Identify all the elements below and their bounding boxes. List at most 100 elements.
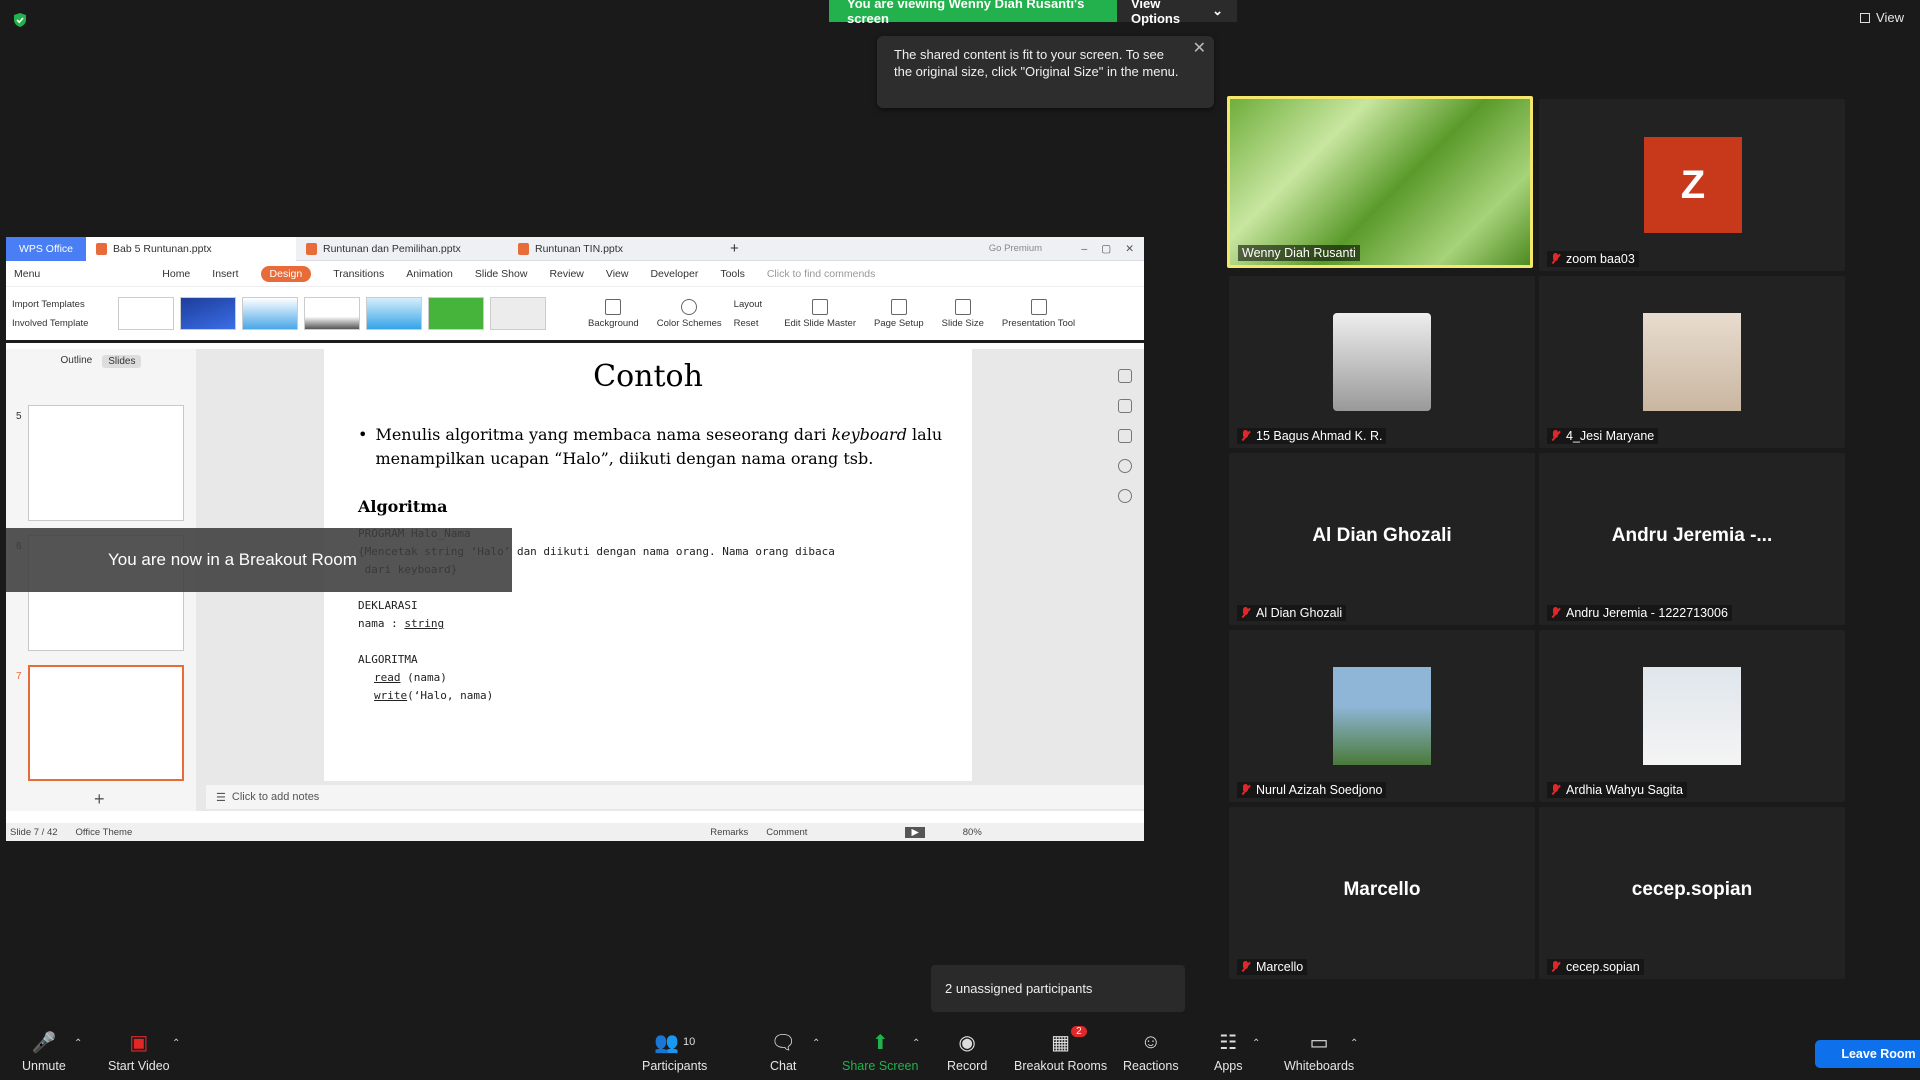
history-icon[interactable]: [1118, 459, 1132, 473]
comment-button[interactable]: Comment: [766, 827, 807, 838]
wps-office-tab[interactable]: WPS Office: [6, 237, 86, 261]
chevron-up-icon[interactable]: ⌃: [172, 1038, 180, 1049]
view-button[interactable]: View: [1860, 10, 1904, 25]
background-button[interactable]: Background: [582, 298, 645, 329]
participant-name: Nurul Azizah Soedjono: [1237, 782, 1387, 798]
color-schemes-button[interactable]: Color Schemes: [651, 298, 728, 329]
chevron-up-icon[interactable]: ⌃: [812, 1038, 820, 1049]
add-slide-button[interactable]: +: [94, 789, 105, 810]
chat-button[interactable]: 🗨 Chat: [770, 1030, 796, 1074]
outline-tab[interactable]: Outline: [61, 355, 93, 368]
participant-tile[interactable]: Ardhia Wahyu Sagita: [1539, 630, 1845, 802]
security-shield-icon[interactable]: [12, 12, 28, 28]
ribbon-tab-slide-show[interactable]: Slide Show: [475, 268, 528, 280]
ribbon-tab-tools[interactable]: Tools: [720, 268, 745, 280]
whiteboards-button[interactable]: ▭ Whiteboards: [1284, 1030, 1354, 1074]
notes-area[interactable]: ☰ Click to add notes: [206, 785, 1144, 809]
document-tab[interactable]: Runtunan dan Pemilihan.pptx: [296, 237, 508, 261]
theme-thumbnail[interactable]: [304, 297, 360, 330]
participant-name: Al Dian Ghozali: [1237, 605, 1347, 621]
chevron-up-icon[interactable]: ⌃: [1252, 1038, 1260, 1049]
import-templates-button[interactable]: Import Templates: [12, 299, 112, 310]
chevron-up-icon[interactable]: ⌃: [74, 1038, 82, 1049]
minimize-icon[interactable]: –: [1081, 243, 1087, 255]
go-premium-button[interactable]: Go Premium: [979, 237, 1052, 261]
ribbon-tab-home[interactable]: Home: [162, 268, 190, 280]
apps-button[interactable]: ☷ Apps: [1214, 1030, 1243, 1074]
slide-master-icon: [812, 298, 829, 315]
edit-slide-master-button[interactable]: Edit Slide Master: [778, 298, 862, 329]
slides-tab[interactable]: Slides: [102, 355, 142, 368]
close-icon[interactable]: ✕: [1193, 40, 1206, 57]
chevron-up-icon[interactable]: ⌃: [912, 1038, 920, 1049]
menu-button[interactable]: Menu: [14, 268, 40, 280]
remarks-button[interactable]: Remarks: [710, 827, 748, 838]
participants-button[interactable]: 👥 10 Participants: [642, 1030, 707, 1074]
maximize-icon[interactable]: ▢: [1101, 243, 1111, 255]
code-keyword: read: [374, 671, 401, 684]
reactions-button[interactable]: ☺ Reactions: [1123, 1030, 1179, 1074]
tool-icon[interactable]: [1118, 399, 1132, 413]
ribbon-tab-transitions[interactable]: Transitions: [333, 268, 384, 280]
find-commands-search[interactable]: Click to find commends: [767, 268, 876, 280]
start-video-button[interactable]: ▣ Start Video: [108, 1030, 170, 1074]
theme-thumbnail[interactable]: [366, 297, 422, 330]
chevron-up-icon[interactable]: ⌃: [1350, 1038, 1358, 1049]
participant-display-name: Andru Jeremia -...: [1611, 525, 1773, 546]
participant-tile[interactable]: 4_Jesi Maryane: [1539, 276, 1845, 448]
new-tab-button[interactable]: +: [720, 237, 749, 261]
theme-thumbnail[interactable]: [118, 297, 174, 330]
theme-thumbnail[interactable]: [490, 297, 546, 330]
participant-tile[interactable]: 15 Bagus Ahmad K. R.: [1229, 276, 1535, 448]
layout-button[interactable]: Layout: [734, 299, 763, 310]
slide-size-button[interactable]: Slide Size: [936, 298, 990, 329]
ribbon-tab-animation[interactable]: Animation: [406, 268, 453, 280]
tool-icon[interactable]: [1118, 429, 1132, 443]
slide-thumbnail-7[interactable]: [28, 665, 184, 781]
view-options-button[interactable]: View Options ⌄: [1117, 0, 1237, 26]
unassigned-participants-popup[interactable]: 2 unassigned participants: [931, 965, 1185, 1012]
breakout-rooms-button[interactable]: ▦ 2 Breakout Rooms: [1014, 1026, 1107, 1073]
window-controls[interactable]: – ▢ ✕: [1071, 237, 1144, 261]
record-button[interactable]: ◉ Record: [947, 1030, 987, 1074]
theme-thumbnail[interactable]: [180, 297, 236, 330]
ribbon-tab-insert[interactable]: Insert: [212, 268, 238, 280]
theme-thumbnail[interactable]: [242, 297, 298, 330]
help-icon[interactable]: [1118, 489, 1132, 503]
notes-icon: ☰: [216, 791, 226, 804]
theme-thumbnail[interactable]: [428, 297, 484, 330]
muted-mic-icon: 🎤: [31, 1031, 57, 1054]
ribbon-tab-review[interactable]: Review: [549, 268, 583, 280]
document-tab[interactable]: Runtunan TIN.pptx: [508, 237, 720, 261]
participant-tile-active-speaker[interactable]: Wenny Diah Rusanti: [1227, 96, 1533, 268]
reset-button[interactable]: Reset: [734, 318, 763, 329]
slide-number: 7: [16, 671, 22, 682]
participant-tile[interactable]: Al Dian Ghozali Al Dian Ghozali: [1229, 453, 1535, 625]
leave-room-button[interactable]: Leave Room: [1815, 1040, 1920, 1068]
document-tab[interactable]: Bab 5 Runtunan.pptx: [86, 237, 296, 261]
muted-mic-icon: [1241, 961, 1250, 973]
ribbon-tab-design[interactable]: Design: [260, 265, 312, 282]
play-slideshow-icon[interactable]: ▶: [905, 826, 925, 838]
unmute-button[interactable]: 🎤 Unmute: [22, 1030, 66, 1074]
close-icon[interactable]: ✕: [1125, 243, 1134, 255]
presentation-tool-button[interactable]: Presentation Tool: [996, 298, 1081, 329]
participant-tile[interactable]: Nurul Azizah Soedjono: [1229, 630, 1535, 802]
ribbon-tab-developer[interactable]: Developer: [650, 268, 698, 280]
slide-title: Contoh: [593, 359, 703, 394]
participant-tile[interactable]: cecep.sopian cecep.sopian: [1539, 807, 1845, 979]
participant-tile[interactable]: Marcello Marcello: [1229, 807, 1535, 979]
code-line: nama : string: [358, 615, 835, 633]
tool-icon[interactable]: [1118, 369, 1132, 383]
slide-thumbnail-5[interactable]: [28, 405, 184, 521]
zoom-level[interactable]: 80%: [963, 827, 982, 838]
ribbon-tab-view[interactable]: View: [606, 268, 629, 280]
slide-counter: Slide 7 / 42: [10, 826, 58, 838]
muted-mic-icon: [1551, 607, 1560, 619]
involved-template-button[interactable]: Involved Template: [12, 318, 112, 329]
participant-tile[interactable]: Andru Jeremia -... Andru Jeremia - 122271…: [1539, 453, 1845, 625]
share-screen-button[interactable]: ⬆ Share Screen: [842, 1030, 918, 1074]
algoritma-heading: Algoritma: [358, 497, 448, 516]
muted-mic-icon: [1241, 607, 1250, 619]
page-setup-button[interactable]: Page Setup: [868, 298, 930, 329]
